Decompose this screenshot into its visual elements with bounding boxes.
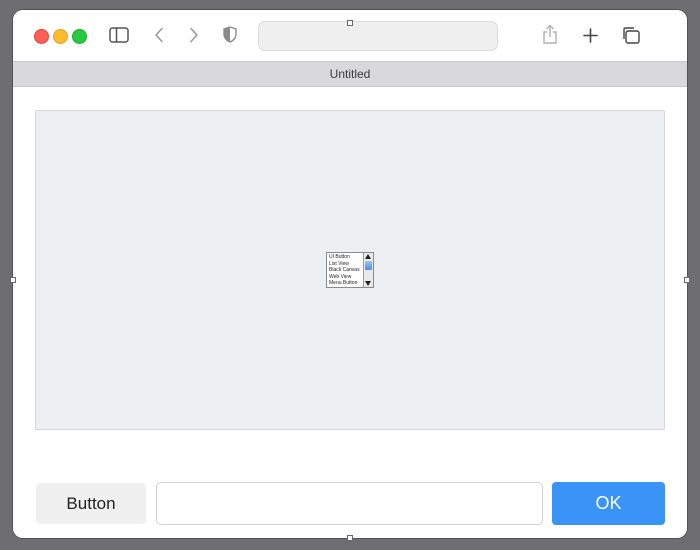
generic-button[interactable]: Button xyxy=(36,483,146,524)
zoom-window-button[interactable] xyxy=(72,29,87,44)
share-icon[interactable] xyxy=(542,24,558,45)
canvas-area: UI Button List View Black Canvas Web Vie… xyxy=(35,110,665,430)
sidebar-icon[interactable] xyxy=(109,27,129,43)
list-item[interactable]: Web View xyxy=(329,274,362,281)
back-icon[interactable] xyxy=(154,27,164,43)
text-input[interactable] xyxy=(156,482,543,525)
address-bar[interactable] xyxy=(258,21,498,51)
list-item[interactable]: UI Button xyxy=(329,254,362,261)
ok-button[interactable]: OK xyxy=(552,482,665,525)
page-content: UI Button List View Black Canvas Web Vie… xyxy=(13,87,687,538)
resize-handle-left[interactable] xyxy=(10,277,16,283)
tab-overview-icon[interactable] xyxy=(621,26,641,45)
listbox[interactable]: UI Button List View Black Canvas Web Vie… xyxy=(326,252,374,288)
listbox-items: UI Button List View Black Canvas Web Vie… xyxy=(329,254,362,287)
list-item[interactable]: Menu Button xyxy=(329,280,362,287)
tab-title[interactable]: Untitled xyxy=(13,67,687,81)
resize-handle-top[interactable] xyxy=(347,20,353,26)
browser-toolbar xyxy=(13,10,687,61)
listbox-scrollbar[interactable] xyxy=(363,253,373,287)
resize-handle-right[interactable] xyxy=(684,277,690,283)
tab-bar: Untitled xyxy=(13,61,687,87)
scroll-up-arrow-icon[interactable] xyxy=(365,254,371,259)
list-item[interactable]: List View xyxy=(329,261,362,268)
scroll-thumb[interactable] xyxy=(365,261,372,270)
close-window-button[interactable] xyxy=(34,29,49,44)
forward-icon[interactable] xyxy=(189,27,199,43)
browser-window: Untitled UI Button List View Black Canva… xyxy=(13,10,687,538)
scroll-down-arrow-icon[interactable] xyxy=(365,281,371,286)
new-tab-icon[interactable] xyxy=(583,28,598,43)
minimize-window-button[interactable] xyxy=(53,29,68,44)
shield-icon[interactable] xyxy=(223,26,237,43)
list-item[interactable]: Black Canvas xyxy=(329,267,362,274)
resize-handle-bottom[interactable] xyxy=(347,535,353,541)
